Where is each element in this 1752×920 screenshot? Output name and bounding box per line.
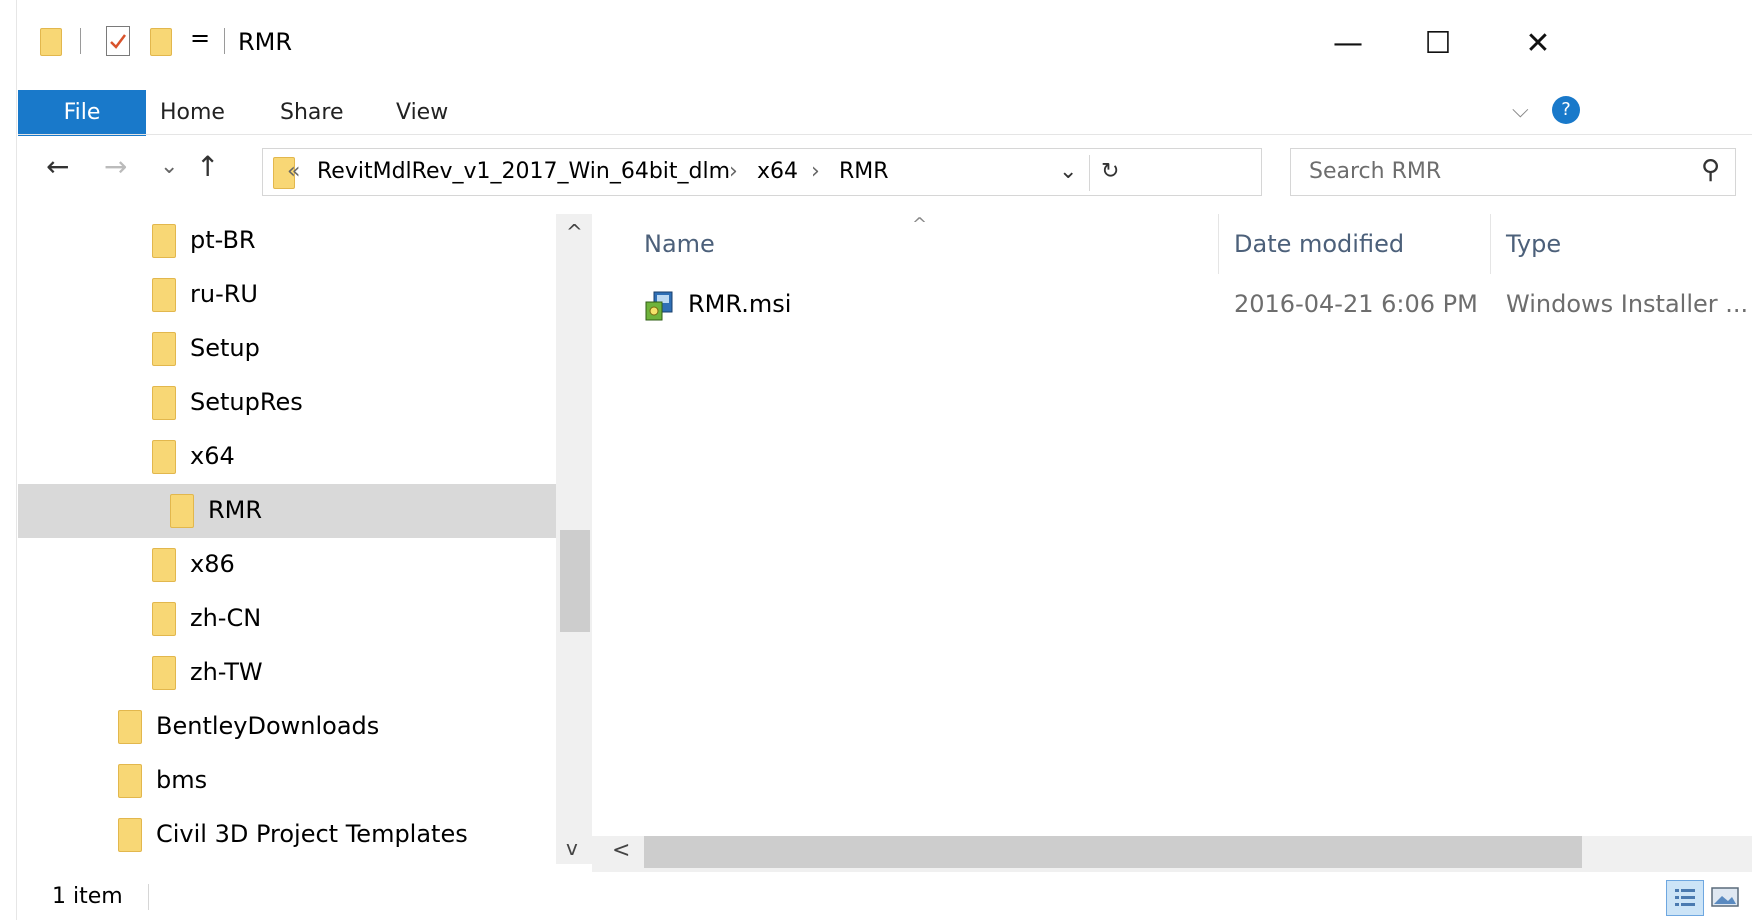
tree-item[interactable]: zh-CN xyxy=(18,592,556,646)
tree-item[interactable]: bms xyxy=(18,754,556,808)
tree-item[interactable]: x64 xyxy=(18,430,556,484)
qa-separator xyxy=(224,28,225,54)
customize-quick-access-icon[interactable]: = xyxy=(190,24,210,52)
close-button[interactable]: ✕ xyxy=(1508,22,1568,66)
tree-item-label: x64 xyxy=(190,442,235,470)
tree-item-label: Civil 3D Project Templates xyxy=(156,820,468,848)
scroll-up-arrow-icon[interactable]: ^ xyxy=(566,220,583,244)
status-item-count: 1 item xyxy=(52,884,123,909)
folder-icon xyxy=(152,602,176,636)
ribbon-divider xyxy=(18,134,1752,135)
folder-icon xyxy=(118,764,142,798)
scroll-left-arrow-icon[interactable]: < xyxy=(612,838,630,863)
breadcrumb-item[interactable]: RMR xyxy=(839,159,889,184)
tab-home[interactable]: Home xyxy=(160,90,225,136)
tree-item-label: RMR xyxy=(208,496,263,524)
search-box[interactable]: Search RMR ⚲ xyxy=(1290,148,1736,196)
folder-icon xyxy=(152,548,176,582)
folder-icon xyxy=(152,386,176,420)
search-input[interactable]: Search RMR xyxy=(1309,159,1441,184)
refresh-icon[interactable]: ↻ xyxy=(1101,159,1119,184)
folder-icon xyxy=(40,28,62,56)
tree-item[interactable]: SetupRes xyxy=(18,376,556,430)
up-button[interactable]: ↑ xyxy=(196,150,219,183)
tree-item-label: bms xyxy=(156,766,208,794)
address-divider xyxy=(1089,155,1090,191)
tree-item-label: pt-BR xyxy=(190,226,256,254)
navigation-pane-scroll-thumb[interactable] xyxy=(560,530,590,632)
tab-view[interactable]: View xyxy=(396,90,448,136)
tree-item[interactable]: zh-TW xyxy=(18,646,556,700)
tree-item[interactable]: x86 xyxy=(18,538,556,592)
tree-item-label: zh-CN xyxy=(190,604,262,632)
help-icon[interactable]: ? xyxy=(1552,96,1580,124)
ribbon-collapse-icon[interactable]: ⌵ xyxy=(1512,98,1529,123)
path-overflow-chevron[interactable]: « xyxy=(287,159,300,184)
address-bar[interactable]: « RevitMdlRev_v1_2017_Win_64bit_dlm › x6… xyxy=(262,148,1262,196)
msi-installer-icon xyxy=(644,290,674,322)
folder-icon xyxy=(152,440,176,474)
tree-item-label: BentleyDownloads xyxy=(156,712,380,740)
new-folder-icon[interactable] xyxy=(150,28,172,56)
maximize-button[interactable]: ☐ xyxy=(1408,22,1468,66)
minimize-button[interactable]: — xyxy=(1318,22,1378,66)
status-bar: 1 item xyxy=(18,874,1752,920)
folder-icon xyxy=(118,710,142,744)
folder-icon xyxy=(152,278,176,312)
tree-item-label: zh-TW xyxy=(190,658,263,686)
large-icons-view-icon[interactable] xyxy=(1708,882,1744,912)
details-view-icon[interactable] xyxy=(1666,880,1704,916)
window-left-edge xyxy=(0,0,18,920)
tree-item-label: Setup xyxy=(190,334,260,362)
properties-icon[interactable] xyxy=(106,26,130,56)
ribbon-tabs: File Home Share View ⌵ ? xyxy=(18,78,1752,136)
tree-item-label: x86 xyxy=(190,550,235,578)
folder-icon xyxy=(152,332,176,366)
explorer-window: = RMR — ☐ ✕ File Home Share View ⌵ ? ← →… xyxy=(0,0,1752,920)
tree-item[interactable]: ru-RU xyxy=(18,268,556,322)
breadcrumb-separator[interactable]: › xyxy=(811,159,820,184)
tree-item-label: ru-RU xyxy=(190,280,258,308)
tab-file[interactable]: File xyxy=(18,90,146,136)
file-type: Windows Installer ... xyxy=(1506,290,1749,318)
file-name[interactable]: RMR.msi xyxy=(688,290,791,318)
history-dropdown-icon[interactable]: ⌄ xyxy=(1059,159,1077,184)
qa-separator xyxy=(80,28,81,54)
horizontal-scroll-thumb[interactable] xyxy=(644,836,1582,868)
tree-item[interactable]: Civil 3D Project Templates xyxy=(18,808,556,862)
tree-item-label: SetupRes xyxy=(190,388,303,416)
column-divider[interactable] xyxy=(1490,214,1491,274)
scroll-down-arrow-icon[interactable]: v xyxy=(566,836,578,860)
tree-item-selected[interactable]: RMR xyxy=(18,484,556,538)
folder-icon xyxy=(118,818,142,852)
folder-icon xyxy=(170,494,194,528)
breadcrumb-item[interactable]: x64 xyxy=(757,159,798,184)
tab-share[interactable]: Share xyxy=(280,90,344,136)
column-header-type[interactable]: Type xyxy=(1506,230,1561,258)
navigation-pane: pt-BR ru-RU Setup SetupRes x64 RMR x86 z… xyxy=(18,214,556,864)
column-divider[interactable] xyxy=(1218,214,1219,274)
search-icon[interactable]: ⚲ xyxy=(1701,155,1720,185)
tree-item[interactable]: BentleyDownloads xyxy=(18,700,556,754)
column-header-name[interactable]: Name xyxy=(644,230,715,258)
file-list: ^ Name Date modified Type RMR.msi 2016-0… xyxy=(592,214,1752,834)
folder-icon xyxy=(152,224,176,258)
tree-item[interactable]: Setup xyxy=(18,322,556,376)
breadcrumb-item[interactable]: RevitMdlRev_v1_2017_Win_64bit_dlm xyxy=(317,159,730,184)
back-button[interactable]: ← xyxy=(46,150,69,183)
file-date-modified: 2016-04-21 6:06 PM xyxy=(1234,290,1478,318)
sort-ascending-icon: ^ xyxy=(912,214,928,235)
folder-icon xyxy=(152,656,176,690)
breadcrumb-separator[interactable]: › xyxy=(729,159,738,184)
tree-item[interactable]: pt-BR xyxy=(18,214,556,268)
window-title: RMR xyxy=(238,28,293,56)
column-header-date-modified[interactable]: Date modified xyxy=(1234,230,1404,258)
status-divider xyxy=(148,884,149,910)
forward-button[interactable]: → xyxy=(104,150,127,183)
recent-locations-button[interactable]: ⌄ xyxy=(160,154,178,179)
